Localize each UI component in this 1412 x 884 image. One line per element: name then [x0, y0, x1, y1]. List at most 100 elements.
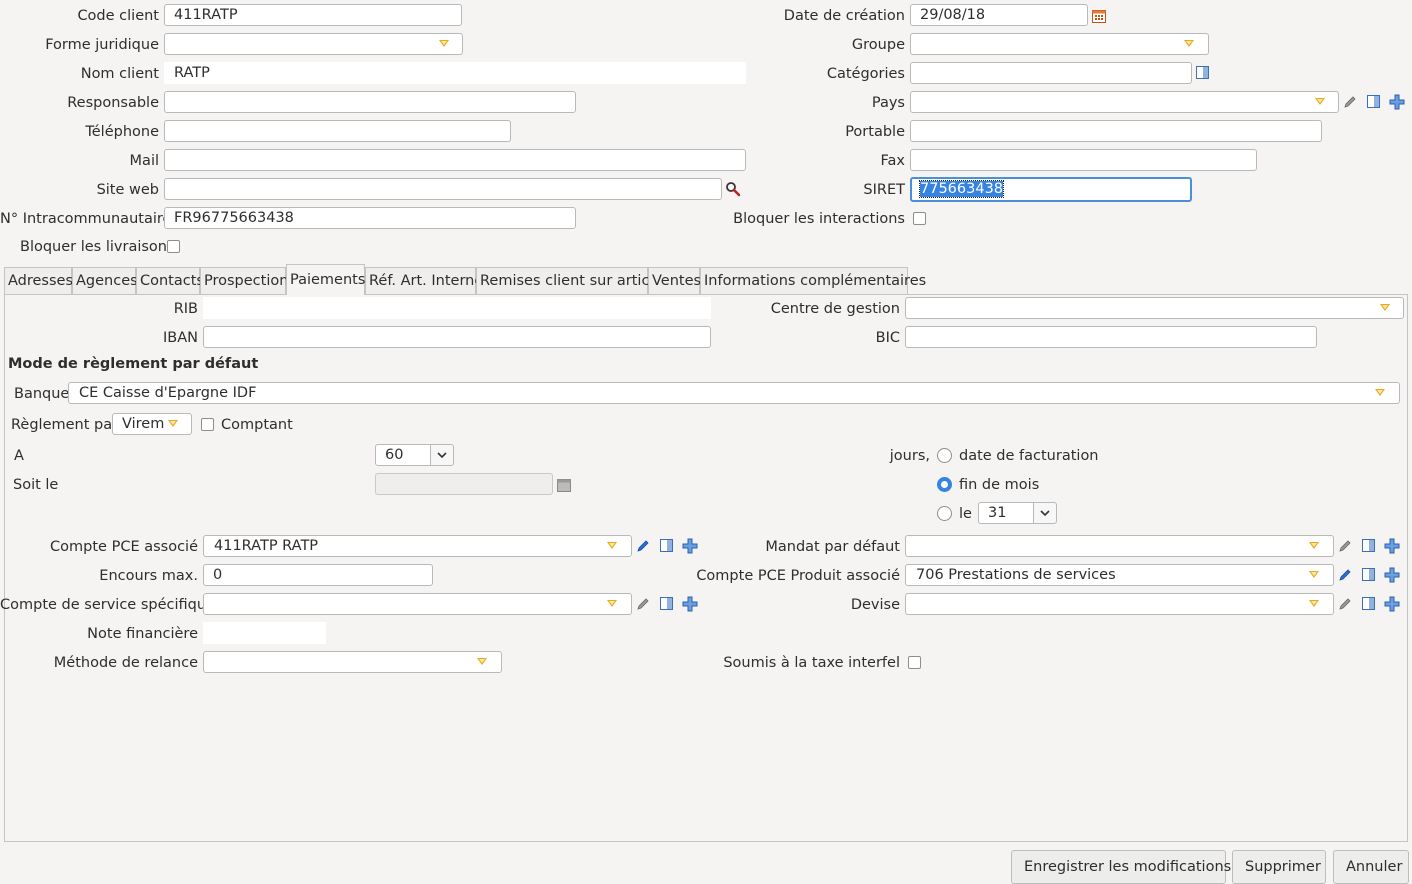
pays-select[interactable]: [910, 91, 1339, 113]
banque-select[interactable]: CE Caisse d'Epargne IDF: [68, 382, 1400, 404]
mandat-defaut-label: Mandat par défaut: [765, 539, 900, 555]
fin-de-mois-label: fin de mois: [959, 477, 1040, 493]
compte-pce-produit-label: Compte PCE Produit associé: [696, 568, 900, 584]
edit-icon[interactable]: [1337, 596, 1353, 612]
dropdown-arrow-icon: [1309, 542, 1319, 549]
portable-input[interactable]: [910, 120, 1322, 142]
rib-input[interactable]: [203, 297, 711, 319]
table-icon[interactable]: [1195, 65, 1211, 81]
note-financiere-input[interactable]: [203, 622, 326, 644]
bloquer-livraisons-checkbox[interactable]: [167, 240, 180, 253]
note-financiere-label: Note financière: [87, 626, 198, 642]
fin-de-mois-radio[interactable]: [937, 477, 952, 492]
compte-pce-produit-select[interactable]: 706 Prestations de services: [905, 564, 1334, 586]
encours-max-input[interactable]: 0: [203, 564, 433, 586]
table-icon[interactable]: [1361, 538, 1377, 554]
compte-pce-select[interactable]: 411RATP RATP: [203, 535, 632, 557]
compte-service-select[interactable]: [203, 593, 632, 615]
telephone-input[interactable]: [164, 120, 511, 142]
edit-icon[interactable]: [1337, 567, 1353, 583]
forme-juridique-label: Forme juridique: [45, 37, 159, 53]
tab-ventes[interactable]: Ventes: [648, 267, 701, 294]
tab-informations-complementaires[interactable]: Informations complémentaires: [700, 267, 926, 294]
bic-label: BIC: [875, 330, 900, 346]
mail-label: Mail: [129, 153, 159, 169]
edit-icon[interactable]: [1337, 538, 1353, 554]
intracom-input[interactable]: FR96775663438: [164, 207, 576, 229]
table-icon[interactable]: [1361, 567, 1377, 583]
date-facturation-radio[interactable]: [937, 448, 952, 463]
tab-paiements[interactable]: Paiements: [286, 264, 365, 295]
table-icon[interactable]: [659, 596, 675, 612]
nom-client-input[interactable]: RATP: [164, 62, 746, 84]
soit-le-label: Soit le: [13, 477, 59, 493]
intracom-label: N° Intracommunautaire: [0, 211, 172, 227]
mail-input[interactable]: [164, 149, 746, 171]
add-icon[interactable]: [1384, 596, 1400, 612]
tab-agences[interactable]: Agences: [72, 267, 138, 294]
siret-label: SIRET: [863, 182, 905, 198]
rib-label: RIB: [173, 301, 198, 317]
taxe-interfel-checkbox[interactable]: [908, 656, 921, 669]
groupe-select[interactable]: [910, 33, 1209, 55]
dropdown-arrow-icon: [1184, 40, 1194, 47]
categories-input[interactable]: [910, 62, 1192, 84]
table-icon[interactable]: [1366, 94, 1382, 110]
add-icon[interactable]: [682, 596, 698, 612]
code-client-input[interactable]: 411RATP: [164, 4, 462, 26]
a-days-dropdown[interactable]: [430, 444, 454, 466]
responsable-label: Responsable: [67, 95, 159, 111]
responsable-input[interactable]: [164, 91, 576, 113]
bloquer-interactions-label: Bloquer les interactions: [733, 211, 905, 227]
forme-juridique-select[interactable]: [164, 33, 463, 55]
devise-label: Devise: [850, 597, 900, 613]
bic-input[interactable]: [905, 326, 1317, 348]
tab-remises-client[interactable]: Remises client sur article: [476, 267, 662, 294]
devise-select[interactable]: [905, 593, 1334, 615]
dropdown-arrow-icon: [1309, 600, 1319, 607]
dropdown-arrow-icon: [1375, 389, 1385, 396]
compte-pce-label: Compte PCE associé: [50, 539, 198, 555]
tab-contacts[interactable]: Contacts: [136, 267, 204, 294]
methode-relance-label: Méthode de relance: [53, 655, 198, 671]
dropdown-arrow-icon: [168, 420, 178, 427]
dropdown-arrow-icon: [439, 40, 449, 47]
le-day-input[interactable]: 31: [978, 502, 1034, 524]
fax-input[interactable]: [910, 149, 1257, 171]
mandat-defaut-select[interactable]: [905, 535, 1334, 557]
edit-icon[interactable]: [635, 596, 651, 612]
bloquer-interactions-checkbox[interactable]: [913, 212, 926, 225]
centre-gestion-select[interactable]: [905, 297, 1404, 319]
le-radio[interactable]: [937, 506, 952, 521]
table-icon[interactable]: [1361, 596, 1377, 612]
tab-adresses[interactable]: Adresses: [4, 267, 73, 294]
a-days-input[interactable]: 60: [375, 444, 431, 466]
table-icon[interactable]: [659, 538, 675, 554]
calendar-icon: [557, 479, 571, 492]
edit-icon[interactable]: [635, 538, 651, 554]
site-web-input[interactable]: [164, 178, 722, 200]
cancel-button[interactable]: Annuler: [1333, 850, 1409, 884]
comptant-checkbox[interactable]: [201, 418, 214, 431]
chevron-down-icon: [1040, 510, 1050, 517]
tab-prospection[interactable]: Prospection: [200, 267, 288, 294]
add-icon[interactable]: [682, 538, 698, 554]
code-client-label: Code client: [77, 8, 159, 24]
edit-icon[interactable]: [1342, 94, 1358, 110]
delete-button[interactable]: Supprimer: [1232, 850, 1326, 884]
add-icon[interactable]: [1384, 538, 1400, 554]
calendar-icon[interactable]: [1091, 8, 1107, 24]
le-day-dropdown[interactable]: [1033, 502, 1057, 524]
add-icon[interactable]: [1389, 94, 1405, 110]
dropdown-arrow-icon: [607, 542, 617, 549]
iban-input[interactable]: [203, 326, 711, 348]
save-button[interactable]: Enregistrer les modifications: [1011, 850, 1231, 884]
tab-ref-art-interne[interactable]: Réf. Art. Interne: [365, 267, 483, 294]
jours-label: jours,: [889, 448, 930, 464]
reglement-par-select[interactable]: Virem: [112, 413, 192, 435]
pays-label: Pays: [871, 95, 905, 111]
date-creation-input[interactable]: 29/08/18: [910, 4, 1088, 26]
methode-relance-select[interactable]: [203, 651, 502, 673]
add-icon[interactable]: [1384, 567, 1400, 583]
siret-input[interactable]: 775663438: [910, 177, 1192, 202]
